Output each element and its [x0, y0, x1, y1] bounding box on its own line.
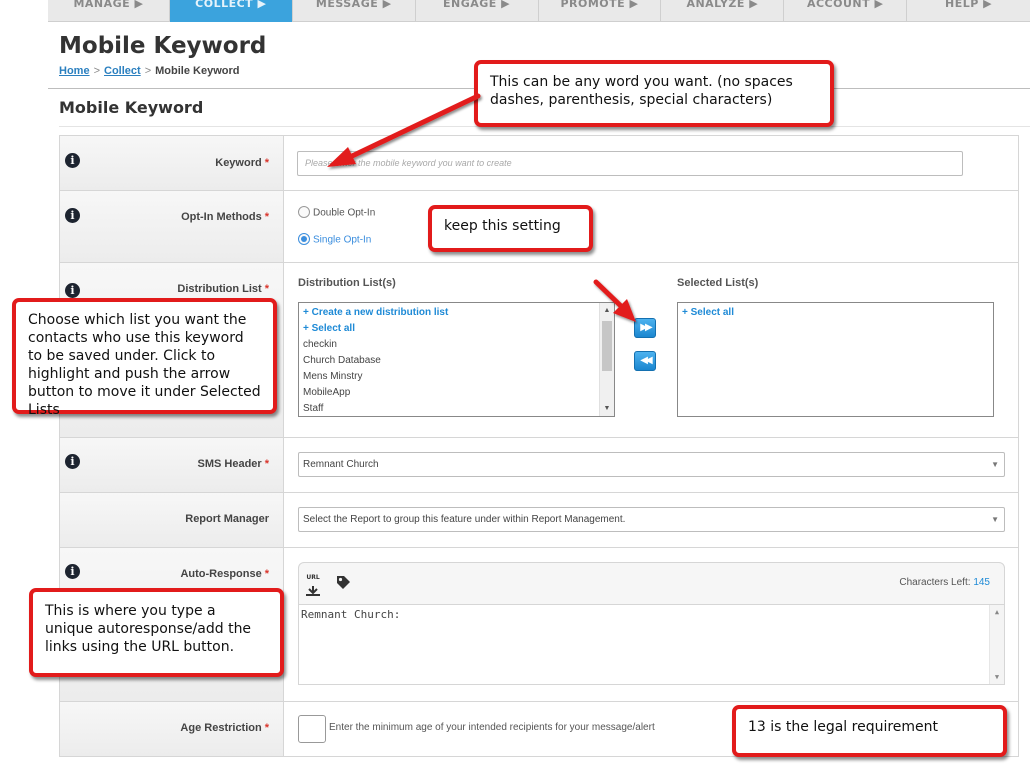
list-item[interactable]: Staff	[299, 401, 614, 416]
callout-optin: keep this setting	[428, 205, 593, 252]
auto-response-value: Remnant Church:	[301, 608, 401, 621]
chevron-down-icon: ▼	[991, 460, 999, 469]
scroll-down-icon[interactable]: ▼	[600, 405, 614, 412]
sms-header-row: i SMS Header * Remnant Church ▼	[59, 438, 1019, 493]
callout-keyword: This can be any word you want. (no space…	[474, 60, 834, 127]
auto-response-label: Auto-Response *	[180, 568, 269, 580]
nav-tab-help[interactable]: HELP ▶	[907, 0, 1030, 22]
sms-header-select[interactable]: Remnant Church ▼	[298, 452, 1005, 477]
report-manager-label-cell: Report Manager	[60, 493, 284, 547]
nav-tab-collect[interactable]: COLLECT ▶	[169, 0, 293, 22]
age-hint: Enter the minimum age of your intended r…	[329, 722, 655, 733]
list-item-select-all[interactable]: + Select all	[299, 321, 614, 337]
url-icon[interactable]: URL	[305, 574, 321, 596]
breadcrumb-home-link[interactable]: Home	[59, 65, 90, 77]
info-icon[interactable]: i	[65, 454, 80, 469]
callout-age: 13 is the legal requirement	[732, 705, 1007, 757]
scroll-thumb[interactable]	[602, 321, 612, 371]
selected-lists-box[interactable]: + Select all	[677, 302, 994, 417]
move-left-button[interactable]: ◀◀	[634, 351, 656, 371]
breadcrumb-separator: >	[144, 65, 152, 77]
available-lists-header: Distribution List(s)	[298, 277, 396, 289]
radio-selected-icon	[298, 233, 310, 245]
list-item[interactable]: Church Database	[299, 353, 614, 369]
sms-header-label-cell: i SMS Header *	[60, 438, 284, 492]
info-icon[interactable]: i	[65, 283, 80, 298]
breadcrumb-current: Mobile Keyword	[155, 65, 240, 77]
report-manager-row: Report Manager Select the Report to grou…	[59, 493, 1019, 548]
list-item[interactable]: Mens Minstry	[299, 369, 614, 385]
nav-tab-message[interactable]: MESSAGE ▶	[293, 0, 416, 22]
optin-double-radio[interactable]: Double Opt-In	[298, 206, 375, 219]
list-item-create-new[interactable]: + Create a new distribution list	[299, 305, 614, 321]
callout-lists: Choose which list you want the contacts …	[12, 298, 277, 418]
optin-single-radio[interactable]: Single Opt-In	[298, 233, 371, 246]
chevron-down-icon: ▼	[991, 515, 999, 524]
section-title: Mobile Keyword	[59, 98, 204, 117]
sms-header-label: SMS Header *	[197, 458, 269, 470]
info-icon[interactable]: i	[65, 208, 80, 223]
info-icon[interactable]: i	[65, 564, 80, 579]
characters-left: Characters Left: 145	[899, 577, 990, 588]
keyword-input[interactable]: Please enter the mobile keyword you want…	[297, 151, 963, 176]
breadcrumb: Home > Collect > Mobile Keyword	[59, 65, 239, 77]
page-title: Mobile Keyword	[59, 33, 267, 59]
report-manager-value: Select the Report to group this feature …	[303, 514, 626, 525]
radio-icon	[298, 206, 310, 218]
breadcrumb-collect-link[interactable]: Collect	[104, 65, 141, 77]
selected-lists-header: Selected List(s)	[677, 277, 759, 289]
age-label: Age Restriction *	[180, 722, 269, 734]
report-manager-label: Report Manager	[185, 513, 269, 525]
optin-label: Opt-In Methods *	[181, 211, 269, 223]
auto-response-toolbar: URL Characters Left: 145	[298, 562, 1005, 605]
selected-list-select-all[interactable]: + Select all	[678, 305, 993, 321]
list-item[interactable]: MobileApp	[299, 385, 614, 401]
age-label-cell: Age Restriction *	[60, 702, 284, 756]
sms-header-value: Remnant Church	[303, 459, 379, 470]
info-icon[interactable]: i	[65, 153, 80, 168]
nav-tab-engage[interactable]: ENGAGE ▶	[416, 0, 539, 22]
age-input[interactable]	[298, 715, 326, 743]
nav-tab-manage[interactable]: MANAGE ▶	[48, 0, 170, 22]
callout-response: This is where you type a unique autoresp…	[29, 588, 284, 677]
list-item[interactable]: checkin	[299, 337, 614, 353]
tag-icon[interactable]	[335, 574, 351, 594]
nav-tab-analyze[interactable]: ANALYZE ▶	[661, 0, 785, 22]
keyword-row: i Keyword * Please enter the mobile keywo…	[59, 135, 1019, 191]
scroll-up-icon[interactable]: ▲	[990, 608, 1004, 616]
move-right-button[interactable]: ▶▶	[634, 318, 656, 338]
scroll-down-icon[interactable]: ▼	[990, 673, 1004, 681]
scroll-up-icon[interactable]: ▲	[600, 307, 614, 314]
breadcrumb-separator: >	[93, 65, 100, 77]
keyword-label: Keyword *	[215, 157, 269, 169]
distribution-label: Distribution List *	[177, 283, 269, 295]
nav-tab-promote[interactable]: PROMOTE ▶	[539, 0, 662, 22]
report-manager-select[interactable]: Select the Report to group this feature …	[298, 507, 1005, 532]
auto-response-textarea[interactable]: Remnant Church: ▲ ▼	[298, 604, 1005, 685]
top-nav: MANAGE ▶ COLLECT ▶ MESSAGE ▶ ENGAGE ▶ PR…	[48, 0, 1030, 22]
available-lists-box[interactable]: + Create a new distribution list + Selec…	[298, 302, 615, 417]
optin-label-cell: i Opt-In Methods *	[60, 191, 284, 262]
nav-tab-account[interactable]: ACCOUNT ▶	[784, 0, 908, 22]
list-scrollbar[interactable]: ▲ ▼	[599, 303, 614, 416]
keyword-label-cell: i Keyword *	[60, 136, 284, 190]
textarea-scrollbar[interactable]: ▲ ▼	[989, 605, 1004, 684]
